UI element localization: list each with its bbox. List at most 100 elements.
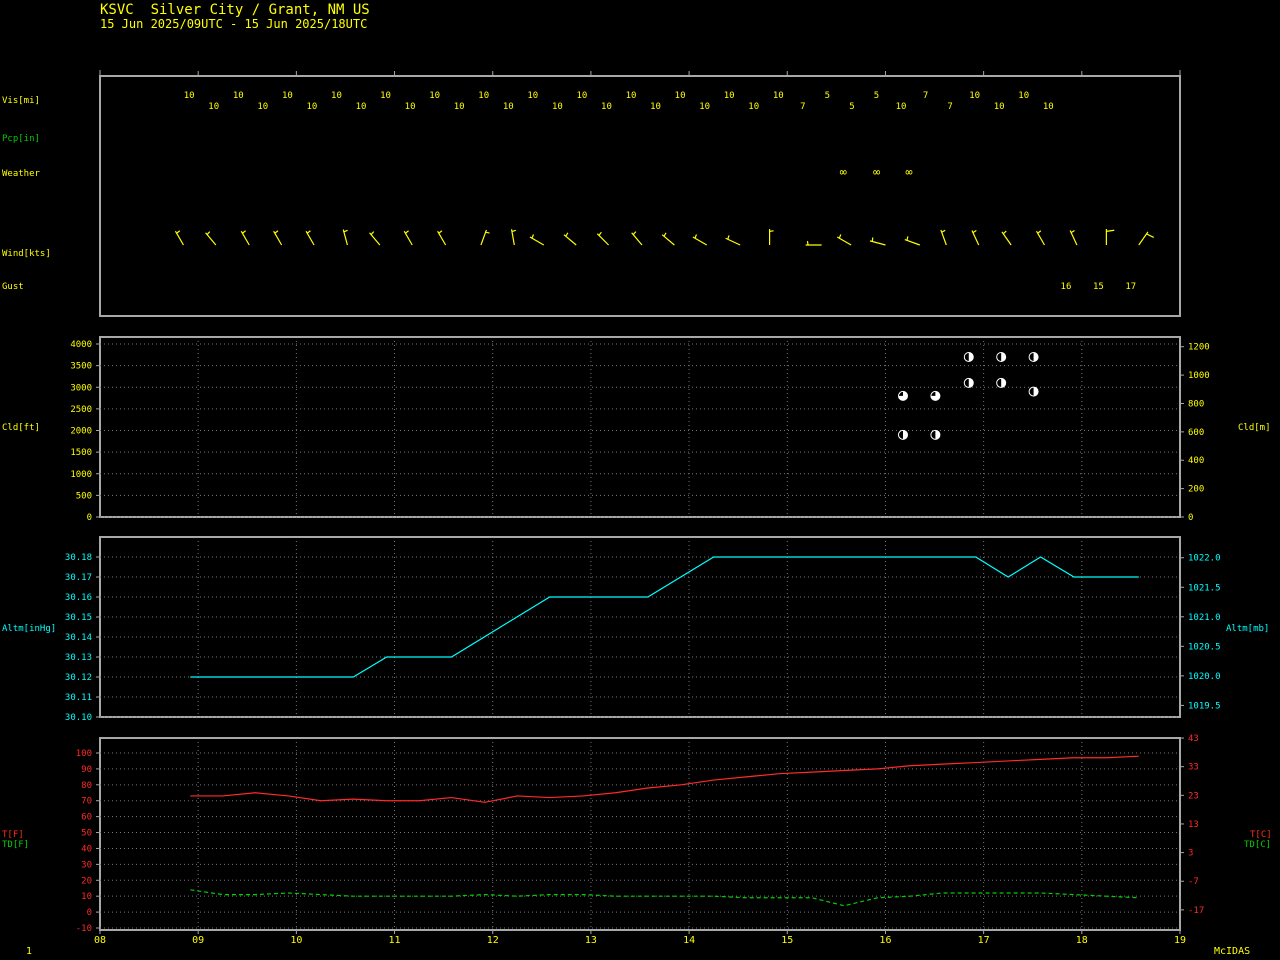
visibility-value: 10 [184, 91, 195, 101]
brand-label: McIDAS [1214, 946, 1251, 957]
cloud-y2tick-label: 600 [1188, 428, 1204, 438]
wind-barb-flag [806, 240, 809, 246]
gust-value: 15 [1093, 282, 1104, 292]
visibility-value: 10 [576, 91, 587, 101]
obs-panel-frame [99, 75, 1181, 317]
wind-barb [1069, 229, 1078, 246]
dewpoint-right-axis-label: TD[C] [1244, 840, 1271, 850]
cloud-y2tick-label: 200 [1188, 485, 1204, 495]
temp-y2tick-label: -17 [1188, 906, 1204, 916]
visibility-value: 10 [650, 102, 661, 112]
cloud-cover-symbol [996, 377, 1007, 388]
wind-barb-flag [941, 229, 946, 233]
wind-barb-staff [692, 236, 708, 246]
wind-label: Wind[kts] [2, 249, 51, 259]
visibility-value: 10 [675, 91, 686, 101]
wind-barb [563, 232, 577, 246]
visibility-value: 10 [748, 102, 759, 112]
weather-symbol: ∞ [840, 165, 847, 179]
hour-tick-label: 13 [585, 935, 597, 946]
cloud-cover-symbol [963, 351, 974, 362]
cloud-cover-symbol [1028, 351, 1039, 362]
visibility-value: 10 [969, 91, 980, 101]
wind-barb [805, 240, 822, 246]
wind-barb-flag [485, 231, 490, 234]
visibility-value: 10 [331, 91, 342, 101]
gust-value: 17 [1125, 282, 1136, 292]
wind-barb [869, 237, 886, 246]
visibility-value: 10 [724, 91, 735, 101]
temp-ytick-label: 90 [81, 765, 92, 775]
visibility-value: 10 [503, 102, 514, 112]
cloud-ytick-label: 3500 [70, 362, 92, 372]
wind-barb [305, 230, 315, 246]
altimeter-y2tick-label: 1020.0 [1188, 672, 1221, 682]
cloud-ytick-label: 3000 [70, 383, 92, 393]
temp-y2tick-label: -7 [1188, 877, 1199, 887]
temp-panel-frame [99, 737, 1181, 931]
wind-barb [725, 235, 741, 246]
cloud-ytick-label: 1000 [70, 470, 92, 480]
dewpoint-left-axis-label: TD[F] [2, 840, 29, 850]
altimeter-right-axis-label: Altm[mb] [1226, 624, 1269, 634]
temp-ytick-label: 70 [81, 797, 92, 807]
wind-barb [904, 236, 921, 246]
cloud-ytick-label: 1500 [70, 448, 92, 458]
wind-barb [692, 234, 708, 246]
cloud-cover-symbol [898, 390, 908, 401]
wind-barb [940, 229, 947, 246]
wind-barb [480, 229, 490, 246]
visibility-value: 7 [947, 102, 952, 112]
visibility-value: 10 [601, 102, 612, 112]
wind-barb [1138, 231, 1154, 246]
cloud-cover-symbol [1028, 386, 1039, 397]
hour-tick-label: 19 [1174, 935, 1186, 946]
visibility-value: 10 [233, 91, 244, 101]
temp-y2tick-label: 3 [1188, 849, 1193, 859]
wind-barb-staff [869, 240, 886, 246]
visibility-value: 10 [356, 102, 367, 112]
wind-barb [174, 230, 184, 246]
temp-y2tick-label: 13 [1188, 820, 1199, 830]
weather-symbol: ∞ [873, 165, 880, 179]
visibility-value: 7 [800, 102, 805, 112]
wind-barb [631, 231, 643, 246]
wind-barb-flag [370, 231, 375, 235]
visibility-value: 5 [825, 91, 830, 101]
wind-barb-staff [904, 238, 921, 246]
cloud-right-axis-label: Cld[m] [1238, 423, 1271, 433]
wind-barb-flag [176, 230, 181, 234]
temp-ytick-label: 40 [81, 844, 92, 854]
wind-barb-staff [631, 232, 643, 246]
weather-symbol: ∞ [905, 165, 912, 179]
altimeter-y2tick-label: 1021.0 [1188, 613, 1221, 623]
wind-barb-flag [663, 232, 667, 237]
wind-barb-flag [598, 231, 602, 236]
wind-barb [510, 229, 516, 246]
temperature-line [190, 755, 1139, 803]
visibility-value: 10 [527, 91, 538, 101]
wind-barb-flag [511, 229, 516, 233]
cloud-cover-symbol [930, 390, 941, 401]
hour-tick-label: 12 [487, 935, 499, 946]
altimeter-y2tick-label: 1020.5 [1188, 642, 1221, 652]
visibility-value: 10 [994, 102, 1005, 112]
visibility-value: 10 [454, 102, 465, 112]
cloud-left-axis-label: Cld[ft] [2, 423, 40, 433]
wind-barb-flag [565, 232, 569, 237]
altimeter-ytick-label: 30.18 [65, 553, 92, 563]
cloud-cover-symbol [963, 377, 974, 388]
wind-barb-flag [438, 230, 443, 234]
wind-barb-flag [727, 235, 730, 240]
temp-ytick-label: 60 [81, 813, 92, 823]
temp-y2tick-label: 43 [1188, 734, 1199, 744]
altimeter-ytick-label: 30.12 [65, 673, 92, 683]
altimeter-ytick-label: 30.11 [65, 693, 92, 703]
wind-barb-staff [1035, 230, 1046, 246]
visibility-value: 10 [552, 102, 563, 112]
wind-barb-staff [836, 236, 852, 246]
gust-value: 16 [1061, 282, 1072, 292]
visibility-value: 10 [626, 91, 637, 101]
visibility-value: 10 [1018, 91, 1029, 101]
dewpoint-line [190, 889, 1139, 907]
